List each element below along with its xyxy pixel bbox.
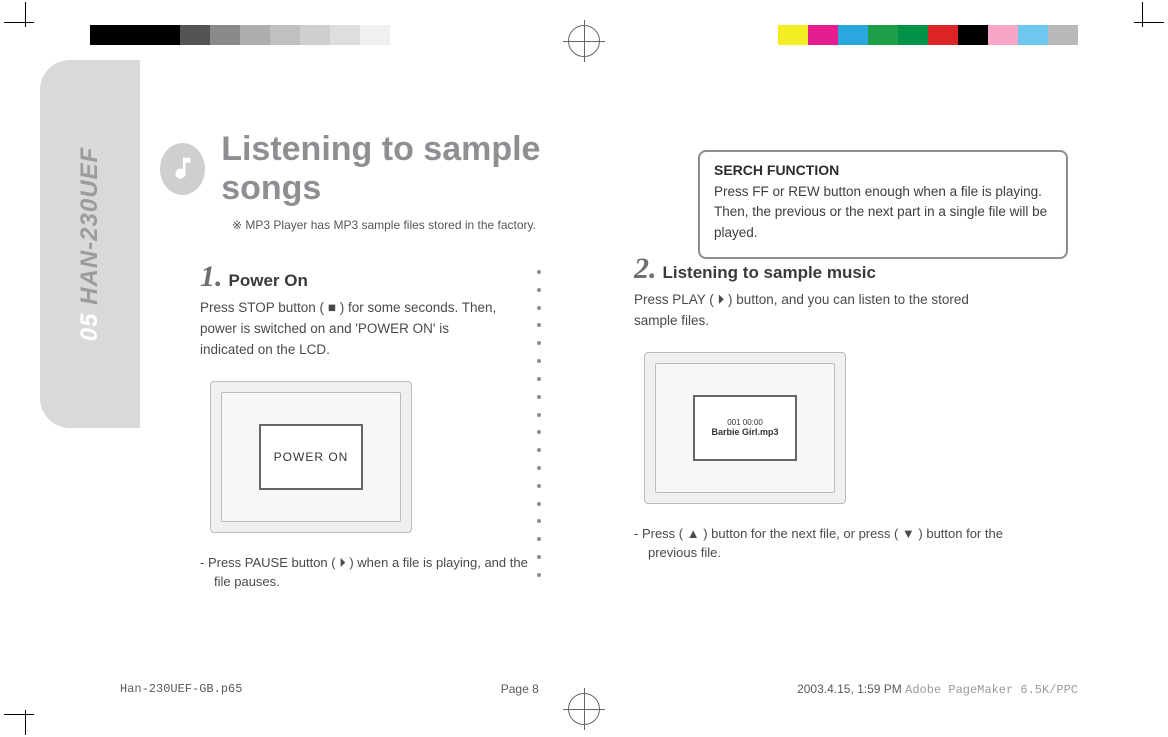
step1-title: Power On bbox=[229, 271, 308, 291]
dot bbox=[537, 270, 541, 274]
crop-mark bbox=[4, 714, 34, 715]
music-note-icon bbox=[160, 143, 205, 195]
calibration-bar-left bbox=[90, 25, 420, 45]
step1-bullet: Press PAUSE button ( ⏵ ) when a file is … bbox=[200, 553, 534, 592]
crop-mark bbox=[4, 22, 34, 23]
note-symbol: ※ bbox=[232, 218, 242, 232]
swatch bbox=[330, 25, 360, 45]
lcd-screen: 001 00:00 Barbie Girl.mp3 bbox=[693, 395, 797, 461]
dot bbox=[537, 306, 541, 310]
dot bbox=[537, 323, 541, 327]
crop-mark bbox=[25, 2, 26, 27]
footer-app: Adobe PageMaker 6.5K/PPC bbox=[905, 683, 1078, 697]
side-tab-text: 05 HAN-230UEF bbox=[76, 147, 104, 341]
note-text: MP3 Player has MP3 sample files stored i… bbox=[245, 218, 536, 232]
swatch bbox=[300, 25, 330, 45]
swatch bbox=[838, 25, 868, 45]
dot bbox=[537, 466, 541, 470]
device-illustration: POWER ON bbox=[210, 381, 412, 533]
step1-body: Press STOP button ( ■ ) for some seconds… bbox=[200, 298, 500, 361]
swatch bbox=[868, 25, 898, 45]
dot bbox=[537, 502, 541, 506]
lcd-line1: 001 00:00 bbox=[727, 418, 763, 427]
side-model: HAN-230UEF bbox=[76, 147, 103, 305]
step1-number: 1. bbox=[200, 260, 223, 294]
dot bbox=[537, 288, 541, 292]
page-title: Listening to sample songs bbox=[221, 130, 594, 208]
dot bbox=[537, 484, 541, 488]
footer-page: Page 8 bbox=[501, 682, 539, 697]
step2-body: Press PLAY ( ⏵ ) button, and you can lis… bbox=[634, 290, 1004, 332]
step2-heading: 2. Listening to sample music bbox=[634, 252, 1068, 286]
crop-mark bbox=[1142, 2, 1143, 27]
content-area: Listening to sample songs ※ MP3 Player h… bbox=[160, 130, 1068, 592]
dot bbox=[537, 413, 541, 417]
swatch bbox=[390, 25, 420, 45]
swatch bbox=[270, 25, 300, 45]
swatch bbox=[988, 25, 1018, 45]
swatch bbox=[240, 25, 270, 45]
device-illustration: 001 00:00 Barbie Girl.mp3 bbox=[644, 352, 846, 504]
calibration-bar-right bbox=[778, 25, 1078, 45]
swatch bbox=[808, 25, 838, 45]
dot bbox=[537, 430, 541, 434]
crop-mark bbox=[25, 710, 26, 735]
swatch bbox=[1018, 25, 1048, 45]
step2-title: Listening to sample music bbox=[663, 263, 877, 283]
lcd-text: POWER ON bbox=[274, 450, 349, 464]
dot bbox=[537, 537, 541, 541]
column-right: 2. Listening to sample music Press PLAY … bbox=[634, 130, 1068, 592]
registration-mark bbox=[568, 25, 600, 57]
footer: Han-230UEF-GB.p65 Page 8 2003.4.15, 1:59… bbox=[120, 682, 1078, 697]
swatch bbox=[120, 25, 150, 45]
title-row: Listening to sample songs bbox=[160, 130, 594, 208]
footer-right: 2003.4.15, 1:59 PM Adobe PageMaker 6.5K/… bbox=[797, 682, 1078, 697]
swatch bbox=[150, 25, 180, 45]
side-tab: 05 HAN-230UEF bbox=[40, 60, 140, 428]
swatch bbox=[898, 25, 928, 45]
swatch bbox=[958, 25, 988, 45]
crop-mark bbox=[1134, 22, 1164, 23]
step2-number: 2. bbox=[634, 252, 657, 286]
factory-note: ※ MP3 Player has MP3 sample files stored… bbox=[232, 218, 594, 232]
swatch bbox=[1048, 25, 1078, 45]
dot bbox=[537, 555, 541, 559]
dot bbox=[537, 377, 541, 381]
step1-heading: 1. Power On bbox=[200, 260, 594, 294]
swatch bbox=[360, 25, 390, 45]
swatch bbox=[928, 25, 958, 45]
dot bbox=[537, 395, 541, 399]
footer-filename: Han-230UEF-GB.p65 bbox=[120, 682, 242, 697]
swatch bbox=[180, 25, 210, 45]
swatch bbox=[210, 25, 240, 45]
dot bbox=[537, 519, 541, 523]
lcd-screen: POWER ON bbox=[259, 424, 363, 490]
lcd-line2: Barbie Girl.mp3 bbox=[711, 427, 778, 437]
side-page-number: 05 bbox=[76, 313, 103, 342]
registration-mark bbox=[568, 693, 600, 725]
dot bbox=[537, 359, 541, 363]
dot bbox=[537, 448, 541, 452]
column-left: Listening to sample songs ※ MP3 Player h… bbox=[160, 130, 594, 592]
swatch bbox=[778, 25, 808, 45]
page: 05 HAN-230UEF SERCH FUNCTION Press FF or… bbox=[0, 0, 1168, 737]
dotted-divider bbox=[537, 270, 541, 577]
dot bbox=[537, 341, 541, 345]
swatch bbox=[90, 25, 120, 45]
dot bbox=[537, 573, 541, 577]
step2-bullet: Press ( ▲ ) button for the next file, or… bbox=[634, 524, 1028, 563]
footer-datetime: 2003.4.15, 1:59 PM bbox=[797, 682, 902, 696]
